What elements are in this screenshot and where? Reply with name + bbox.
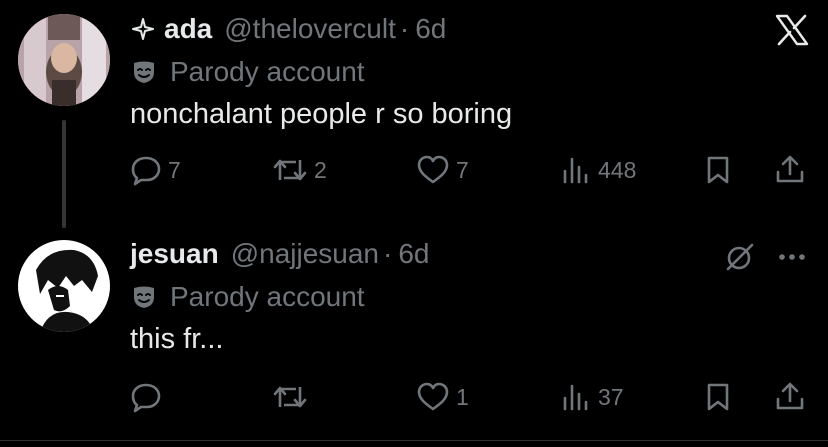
tweet-text: this fr... <box>130 323 224 355</box>
parody-badge: Parody account <box>130 55 365 89</box>
tweet-jesuan[interactable]: jesuan @najjesuan · 6d Parody account th… <box>0 225 828 447</box>
like-button[interactable]: 7 <box>416 148 469 192</box>
reply-button[interactable] <box>130 375 168 419</box>
views-count: 448 <box>598 156 637 183</box>
tweet-header: jesuan @najjesuan · 6d <box>130 237 430 271</box>
views-icon <box>560 154 592 186</box>
grok-icon[interactable] <box>720 239 760 275</box>
x-logo-icon[interactable] <box>770 12 814 48</box>
display-name[interactable]: ada <box>164 13 212 45</box>
bookmark-button[interactable] <box>704 375 732 419</box>
like-count: 7 <box>456 156 469 183</box>
like-count: 1 <box>456 383 469 410</box>
avatar-photo-image <box>18 240 110 332</box>
share-button[interactable] <box>774 148 806 192</box>
avatar[interactable] <box>18 240 110 332</box>
tweet-ada[interactable]: ada @thelovercult · 6d Parody account no… <box>0 0 828 228</box>
more-options-icon[interactable] <box>772 239 812 275</box>
sparkle-icon <box>130 16 156 42</box>
tweet-actions: 7 2 7 448 <box>0 148 828 192</box>
bookmark-icon <box>704 154 732 186</box>
separator-dot: · <box>383 238 393 269</box>
repost-icon <box>272 381 308 413</box>
reply-count: 7 <box>168 156 181 183</box>
bookmark-icon <box>704 381 732 413</box>
username-handle[interactable]: @thelovercult <box>224 13 396 45</box>
reply-button[interactable]: 7 <box>130 148 181 192</box>
like-button[interactable]: 1 <box>416 375 469 419</box>
share-icon <box>774 381 806 413</box>
views-count: 37 <box>598 383 624 410</box>
timestamp[interactable]: 6d <box>398 238 429 270</box>
reply-icon <box>130 154 162 186</box>
avatar-photo-image <box>18 14 110 106</box>
repost-button[interactable]: 2 <box>272 148 327 192</box>
tweet-text: nonchalant people r so boring <box>130 98 513 130</box>
mask-icon <box>130 283 158 311</box>
views-icon <box>560 381 592 413</box>
views-button[interactable]: 448 <box>560 148 636 192</box>
avatar[interactable] <box>18 14 110 106</box>
heart-icon <box>416 154 450 186</box>
share-icon <box>774 154 806 186</box>
repost-count: 2 <box>314 156 327 183</box>
divider <box>0 440 828 441</box>
repost-icon <box>272 154 308 186</box>
views-button[interactable]: 37 <box>560 375 624 419</box>
display-name[interactable]: jesuan <box>130 238 219 270</box>
tweet-header: ada @thelovercult · 6d <box>130 12 446 46</box>
parody-label: Parody account <box>170 56 365 87</box>
parody-label: Parody account <box>170 281 365 312</box>
tweet-actions: 1 37 <box>0 375 828 419</box>
separator-dot: · <box>399 13 410 44</box>
reply-icon <box>130 381 162 413</box>
repost-button[interactable] <box>272 375 314 419</box>
heart-icon <box>416 381 450 413</box>
share-button[interactable] <box>774 375 806 419</box>
mask-icon <box>130 58 158 86</box>
parody-badge: Parody account <box>130 280 365 314</box>
timestamp[interactable]: 6d <box>415 13 446 45</box>
username-handle[interactable]: @najjesuan <box>231 238 379 270</box>
bookmark-button[interactable] <box>704 148 732 192</box>
